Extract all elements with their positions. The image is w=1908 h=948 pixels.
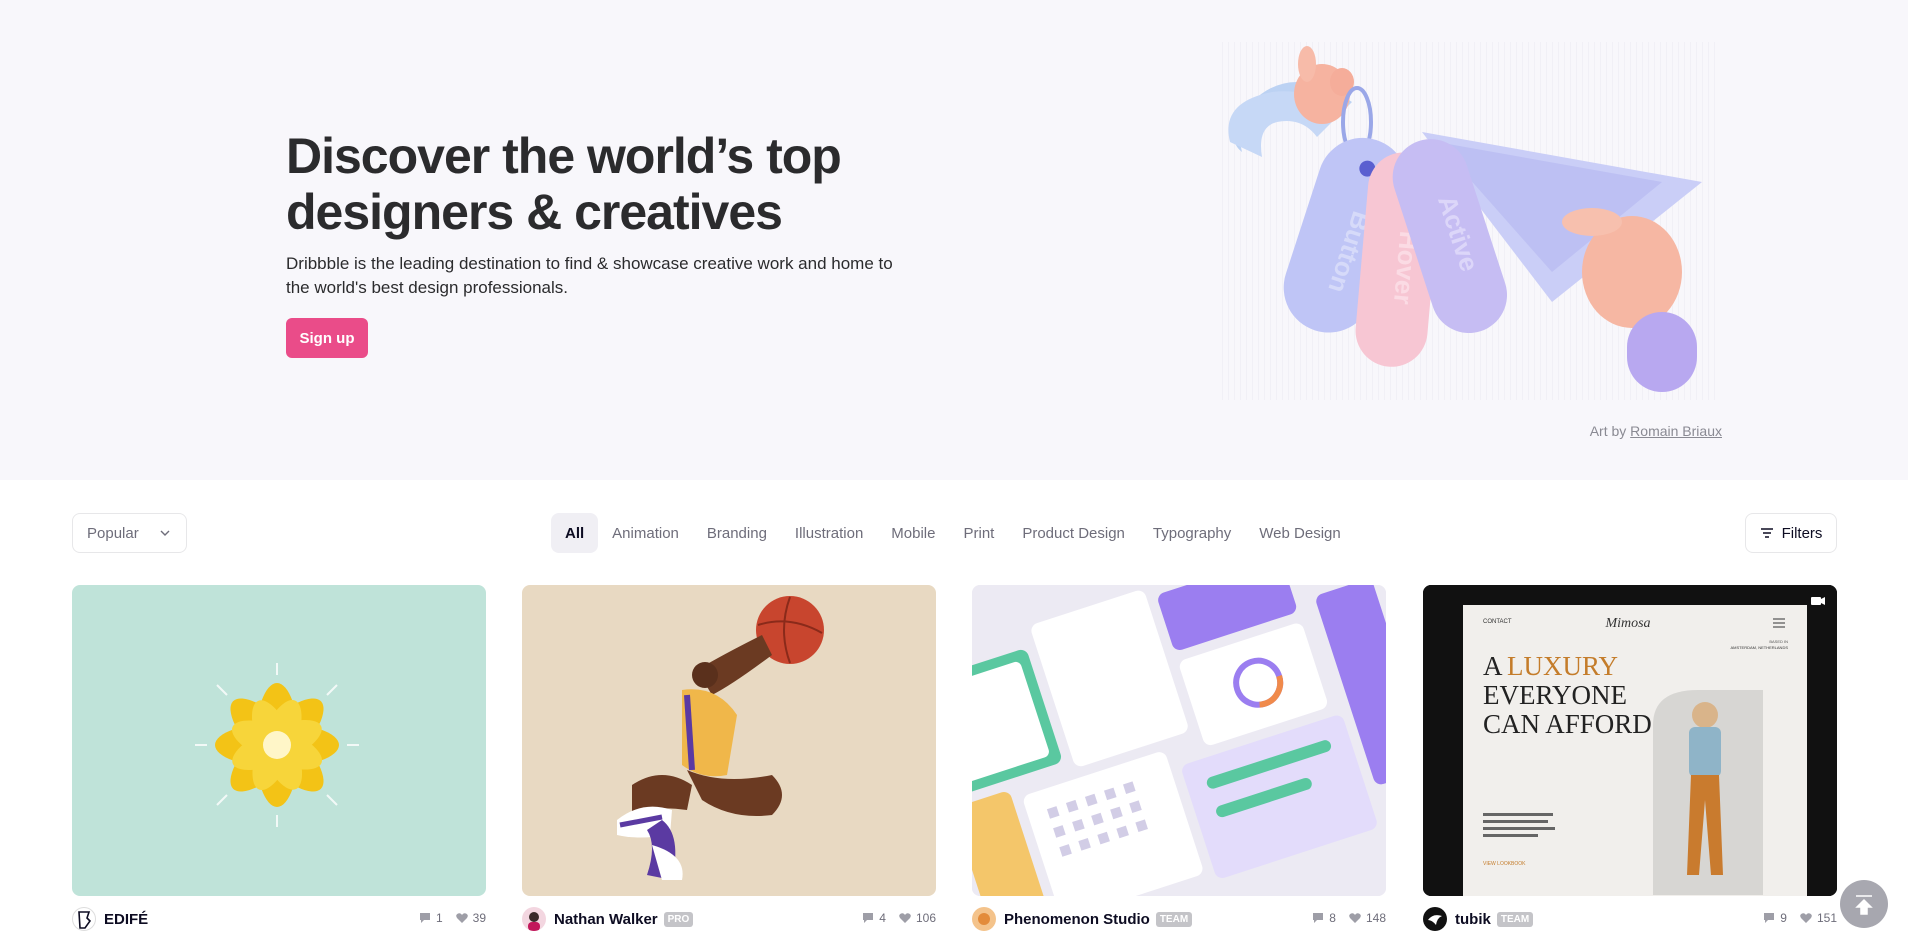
comment-icon (1764, 913, 1775, 923)
shot-meta: Nathan Walker PRO 4 106 (522, 902, 936, 936)
mock-location: AMSTERDAM, NETHERLANDS (1730, 645, 1788, 650)
tab-product-design[interactable]: Product Design (1008, 513, 1139, 553)
shot-thumbnail[interactable]: CONTACT Mimosa BASED IN AMSTERDAM, NETHE… (1423, 585, 1837, 896)
hero-subtitle: Dribbble is the leading destination to f… (286, 254, 893, 297)
sort-selected-label: Popular (87, 524, 139, 542)
arrow-up-icon (1855, 895, 1873, 915)
hero-title: Discover the world’s top designers & cre… (286, 128, 842, 240)
avatar[interactable] (522, 907, 546, 931)
tab-all[interactable]: All (551, 513, 599, 553)
shot-thumbnail[interactable] (522, 585, 936, 896)
flower-illustration (195, 663, 359, 827)
tab-illustration[interactable]: Illustration (781, 513, 877, 553)
shot-stats: 9 151 (1762, 911, 1837, 925)
comment-count: 1 (435, 911, 443, 925)
avatar[interactable] (1423, 907, 1447, 931)
tab-typography[interactable]: Typography (1139, 513, 1245, 553)
shot-card[interactable]: Nathan Walker PRO 4 106 (522, 585, 936, 936)
mock-nav-contact: CONTACT (1483, 619, 1512, 625)
tubik-logo-icon (1428, 915, 1442, 925)
team-badge: TEAM (1496, 911, 1534, 927)
shot-card[interactable]: CONTACT Mimosa BASED IN AMSTERDAM, NETHE… (1423, 585, 1837, 936)
avatar[interactable] (72, 907, 96, 931)
tab-print[interactable]: Print (949, 513, 1008, 553)
hero-illustration: Button Hover Active (1222, 42, 1720, 400)
category-tabs: All Animation Branding Illustration Mobi… (551, 513, 1355, 553)
mock-location-top: BASED IN (1769, 639, 1788, 644)
mock-headline-3: CAN AFFORD (1483, 709, 1652, 739)
signup-button[interactable]: Sign up (286, 318, 368, 358)
tab-branding[interactable]: Branding (693, 513, 781, 553)
chevron-down-icon (160, 530, 170, 536)
tab-animation[interactable]: Animation (598, 513, 693, 553)
hero-section: Discover the world’s top designers & cre… (0, 0, 1908, 480)
art-credit-author-link[interactable]: Romain Briaux (1630, 423, 1722, 439)
shot-thumbnail[interactable] (972, 585, 1386, 896)
sort-dropdown[interactable]: Popular (72, 513, 187, 553)
filter-bar: Popular All Animation Branding Illustrat… (0, 510, 1908, 556)
like-count: 148 (1365, 911, 1386, 925)
shot-stats: 4 106 (861, 911, 936, 925)
author-name[interactable]: EDIFÉ (104, 911, 148, 928)
author-name[interactable]: tubik (1455, 911, 1491, 928)
comment-count: 8 (1329, 911, 1336, 925)
avatar-image (978, 913, 990, 925)
pro-badge: PRO (663, 911, 694, 927)
back-to-top-button[interactable] (1840, 880, 1888, 928)
like-count: 151 (1816, 911, 1837, 925)
comment-icon (1313, 913, 1324, 923)
avatar[interactable] (972, 907, 996, 931)
heart-icon[interactable] (455, 911, 469, 925)
avatar-image (528, 912, 540, 931)
comment-icon (863, 913, 874, 923)
comment-icon (419, 913, 430, 923)
like-count: 106 (915, 911, 936, 925)
tab-mobile[interactable]: Mobile (877, 513, 949, 553)
comment-count: 9 (1780, 911, 1787, 925)
author-name[interactable]: Nathan Walker (554, 911, 658, 928)
shot-thumbnail[interactable] (72, 585, 486, 896)
mock-headline-a: A (1483, 651, 1503, 681)
filters-button[interactable]: Filters (1745, 513, 1837, 553)
like-count: 39 (472, 911, 486, 925)
mock-brand: Mimosa (1604, 616, 1650, 631)
tab-web-design[interactable]: Web Design (1245, 513, 1354, 553)
filter-icon (1760, 528, 1773, 538)
team-badge: TEAM (1155, 911, 1193, 927)
art-credit: Art by Romain Briaux (1590, 423, 1722, 439)
heart-icon[interactable] (898, 911, 912, 925)
comment-count: 4 (879, 911, 886, 925)
shot-card[interactable]: Phenomenon Studio TEAM 8 148 (972, 585, 1386, 936)
heart-icon[interactable] (1799, 911, 1813, 925)
author-name[interactable]: Phenomenon Studio (1004, 911, 1150, 928)
shots-grid: EDIFÉ 1 39 Nathan Walker PRO 4 106 Pheno… (72, 585, 1837, 948)
shot-meta: Phenomenon Studio TEAM 8 148 (972, 902, 1386, 936)
shot-meta: EDIFÉ 1 39 (72, 902, 486, 936)
fashion-landing-mockup: CONTACT Mimosa BASED IN AMSTERDAM, NETHE… (1423, 585, 1837, 896)
mock-headline-2: EVERYONE (1483, 680, 1627, 710)
basketball-player-illustration (617, 596, 824, 880)
shot-card[interactable]: EDIFÉ 1 39 (72, 585, 486, 936)
shot-stats: 8 148 (1311, 911, 1386, 925)
art-credit-prefix: Art by (1589, 423, 1627, 439)
shot-stats: 1 39 (418, 911, 486, 925)
edife-logo-icon (78, 911, 92, 929)
mock-cta: VIEW LOOKBOOK (1483, 861, 1526, 867)
heart-icon[interactable] (1348, 911, 1362, 925)
filters-label: Filters (1781, 524, 1823, 542)
shot-meta: tubik TEAM 9 151 (1423, 902, 1837, 936)
mock-headline-accent: LUXURY (1507, 651, 1618, 681)
dashboard-ui-illustration (972, 585, 1386, 896)
